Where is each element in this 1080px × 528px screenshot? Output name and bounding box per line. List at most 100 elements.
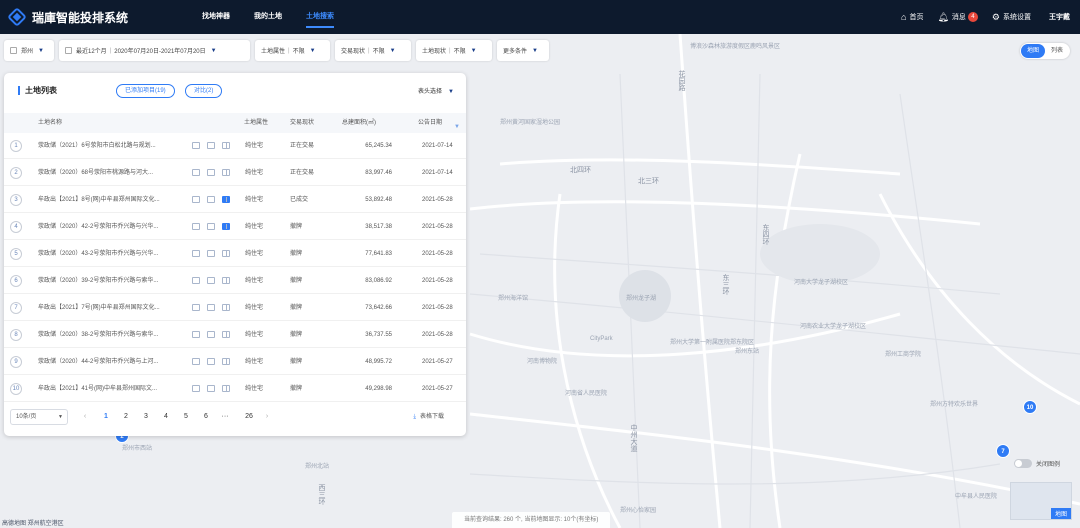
building-area: 36,737.55 — [365, 332, 392, 338]
page-size-select[interactable]: 10条/页 ▼ — [10, 409, 68, 425]
map-marker[interactable]: 10 — [1023, 400, 1037, 414]
page-button[interactable]: 4 — [159, 409, 173, 425]
more-conditions-select[interactable]: 更多条件 ▼ — [497, 40, 549, 61]
land-name[interactable]: 牟政出【2021】41号(网)中牟县郑州国际文... — [38, 376, 188, 402]
row-number: 3 — [10, 194, 22, 206]
copy-icon[interactable] — [207, 169, 215, 176]
compare-icon[interactable] — [222, 358, 230, 365]
land-attr: 纯住宅 — [245, 143, 264, 149]
trade-status-select[interactable]: 交易现状 | 不限 ▼ — [335, 40, 411, 61]
map-label-north3: 北三环 — [638, 178, 659, 185]
copy-icon[interactable] — [207, 358, 215, 365]
add-project-icon[interactable] — [192, 277, 200, 284]
table-row[interactable]: 3 牟政出【2021】8号(网)中牟县郑州国际文化... 纯住宅 已成交 53,892.… — [4, 187, 466, 213]
add-project-icon[interactable] — [192, 250, 200, 257]
copy-icon[interactable] — [207, 331, 215, 338]
compare-icon[interactable] — [222, 196, 230, 203]
add-project-icon[interactable] — [192, 385, 200, 392]
nav-find-land[interactable]: 找地神器 — [190, 0, 242, 34]
table-row[interactable]: 10 牟政出【2021】41号(网)中牟县郑州国际文... 纯住宅 撤牌 49,298.… — [4, 376, 466, 402]
copy-icon[interactable] — [207, 277, 215, 284]
land-name[interactable]: 荥政储（2020）42-2号荥阳市乔兴路与兴华... — [38, 214, 188, 240]
land-status-select[interactable]: 土地现状 | 不限 ▼ — [416, 40, 492, 61]
nav-land-search[interactable]: 土地搜索 — [294, 0, 346, 34]
compare-icon[interactable] — [222, 223, 230, 230]
table-row[interactable]: 7 牟政出【2021】7号(网)中牟县郑州国际文化... 纯住宅 撤牌 73,642.6… — [4, 295, 466, 321]
copy-icon[interactable] — [207, 142, 215, 149]
settings-link[interactable]: ⚙ 系统设置 — [992, 12, 1031, 23]
land-status-label: 土地现状 — [422, 49, 447, 55]
table-row[interactable]: 4 荥政储（2020）42-2号荥阳市乔兴路与兴华... 纯住宅 撤牌 38,517.3… — [4, 214, 466, 240]
date-range-value: 2020年07月20日-2021年07月20日 — [114, 49, 206, 55]
table-row[interactable]: 1 荥政储（2021）6号荥阳市白松北路与规划... 纯住宅 正在交易 65,245.3… — [4, 133, 466, 159]
map-poi-dongzhou: 郑州心怡家园 — [620, 508, 657, 514]
add-project-icon[interactable] — [192, 142, 200, 149]
page-ellipsis[interactable]: ··· — [218, 409, 232, 425]
compare-icon[interactable] — [222, 142, 230, 149]
land-name[interactable]: 荥政储（2020）68号荥阳市桃源路与河大... — [38, 160, 188, 186]
page-button[interactable]: 2 — [119, 409, 133, 425]
minimap[interactable]: 地图 — [1010, 482, 1072, 520]
land-attr-select[interactable]: 土地属性 | 不限 ▼ — [255, 40, 330, 61]
legend-switch[interactable]: 关闭图例 — [1014, 459, 1060, 468]
compare-icon[interactable] — [222, 250, 230, 257]
added-projects-button[interactable]: 已添加项目(19) — [116, 84, 175, 98]
toggle-switch[interactable] — [1014, 459, 1032, 468]
nav-my-land[interactable]: 我的土地 — [242, 0, 294, 34]
view-map-button[interactable]: 地图 — [1020, 44, 1045, 58]
view-list-button[interactable]: 列表 — [1045, 44, 1069, 58]
header-date[interactable]: 公告日期 — [418, 113, 442, 133]
copy-icon[interactable] — [207, 223, 215, 230]
add-project-icon[interactable] — [192, 358, 200, 365]
add-project-icon[interactable] — [192, 223, 200, 230]
land-name[interactable]: 牟政出【2021】8号(网)中牟县郑州国际文化... — [38, 187, 188, 213]
table-row[interactable]: 9 荥政储（2020）44-2号荥阳市乔兴路与上河... 纯住宅 撤牌 48,995.7… — [4, 349, 466, 375]
copy-icon[interactable] — [207, 385, 215, 392]
page-button[interactable]: 6 — [199, 409, 213, 425]
land-name[interactable]: 荥政储（2020）38-2号荥阳市乔兴路与索华... — [38, 322, 188, 348]
pagination: 10条/页 ▼ ‹ 1 2 3 4 5 6 ··· 26 › ⤓ 表格下载 — [4, 408, 466, 428]
compare-icon[interactable] — [222, 331, 230, 338]
copy-icon[interactable] — [207, 304, 215, 311]
separator: | — [449, 47, 451, 54]
compare-icon[interactable] — [222, 277, 230, 284]
compare-icon[interactable] — [222, 169, 230, 176]
land-name[interactable]: 荥政储（2020）44-2号荥阳市乔兴路与上河... — [38, 349, 188, 375]
copy-icon[interactable] — [207, 196, 215, 203]
app-logo[interactable]: 瑞庫智能投排系统 — [7, 7, 180, 27]
prev-page-button[interactable]: ‹ — [78, 409, 92, 425]
compare-button[interactable]: 对比(2) — [185, 84, 223, 98]
page-button[interactable]: 1 — [99, 409, 113, 425]
page-button[interactable]: 26 — [240, 409, 258, 425]
compare-icon[interactable] — [222, 385, 230, 392]
map-poi-haiyang: 郑州海洋馆 — [498, 296, 529, 302]
page-button[interactable]: 3 — [139, 409, 153, 425]
land-name[interactable]: 牟政出【2021】7号(网)中牟县郑州国际文化... — [38, 295, 188, 321]
page-button[interactable]: 5 — [179, 409, 193, 425]
table-row[interactable]: 2 荥政储（2020）68号荥阳市桃源路与河大... 纯住宅 正在交易 83,997.4… — [4, 160, 466, 186]
city-value: 郑州 — [21, 49, 34, 55]
column-select-button[interactable]: 表头选择 ▼ — [418, 86, 454, 95]
messages-link[interactable]: 🔔︎ 消息 4 — [937, 11, 978, 23]
table-row[interactable]: 6 荥政储（2020）39-2号荥阳市乔兴路与索华... 纯住宅 撤牌 83,086.9… — [4, 268, 466, 294]
city-select[interactable]: 郑州 ▼ — [4, 40, 54, 61]
land-name[interactable]: 荥政储（2020）43-2号荥阳市乔兴路与兴华... — [38, 241, 188, 267]
map-marker[interactable]: 7 — [996, 444, 1010, 458]
add-project-icon[interactable] — [192, 304, 200, 311]
table-row[interactable]: 8 荥政储（2020）38-2号荥阳市乔兴路与索华... 纯住宅 撤牌 36,737.5… — [4, 322, 466, 348]
land-name[interactable]: 荥政储（2020）39-2号荥阳市乔兴路与索华... — [38, 268, 188, 294]
home-link[interactable]: ⌂ 首页 — [901, 12, 923, 22]
add-project-icon[interactable] — [192, 169, 200, 176]
land-name[interactable]: 荥政储（2021）6号荥阳市白松北路与规划... — [38, 133, 188, 159]
add-project-icon[interactable] — [192, 196, 200, 203]
next-page-button[interactable]: › — [260, 409, 274, 425]
copy-icon[interactable] — [207, 250, 215, 257]
add-project-icon[interactable] — [192, 331, 200, 338]
download-table-button[interactable]: ⤓ 表格下载 — [413, 409, 444, 425]
user-name[interactable]: 王宇戴 — [1049, 12, 1070, 22]
table-row[interactable]: 5 荥政储（2020）43-2号荥阳市乔兴路与兴华... 纯住宅 撤牌 77,641.8… — [4, 241, 466, 267]
bell-icon: 🔔︎ — [937, 11, 949, 22]
compare-icon[interactable] — [222, 304, 230, 311]
date-range-select[interactable]: 最近12个月 | 2020年07月20日-2021年07月20日 ▼ — [59, 40, 250, 61]
row-number: 2 — [10, 167, 22, 179]
